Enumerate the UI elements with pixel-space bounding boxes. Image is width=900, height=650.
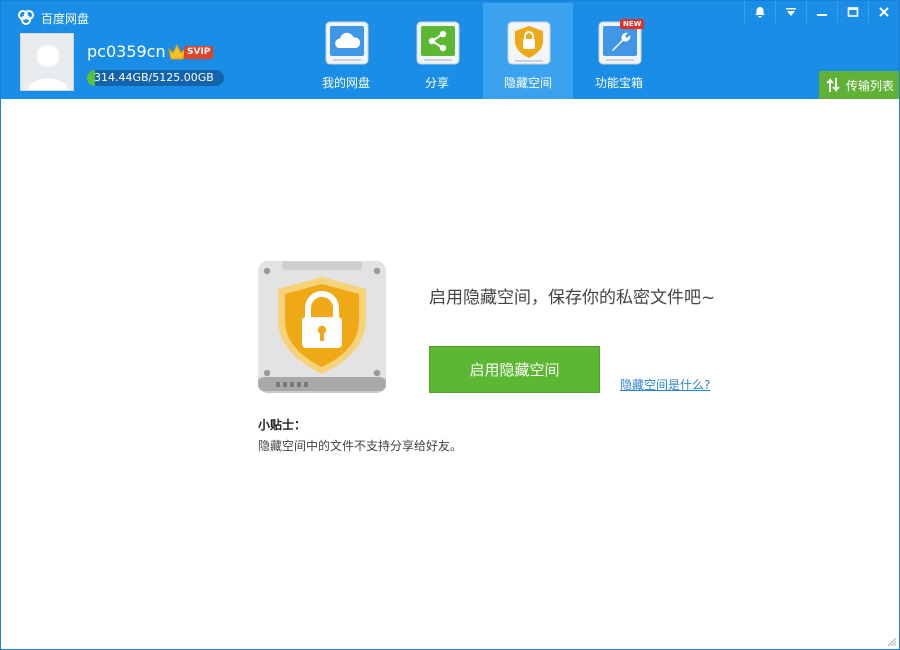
tab-share[interactable]: 分享 bbox=[392, 3, 482, 99]
app-title: 百度网盘 bbox=[41, 12, 90, 26]
what-is-hidden-space-link[interactable]: 隐藏空间是什么? bbox=[620, 376, 710, 393]
minimize-button[interactable] bbox=[806, 1, 837, 23]
vip-badge[interactable]: SVIP bbox=[167, 43, 214, 61]
avatar[interactable] bbox=[20, 33, 74, 91]
notification-button[interactable] bbox=[744, 1, 775, 23]
safe-lock-icon bbox=[258, 261, 386, 393]
storage-quota-text: 314.44GB/5125.00GB bbox=[94, 71, 214, 84]
transfer-list-label: 传输列表 bbox=[846, 78, 895, 93]
share-icon bbox=[416, 21, 460, 65]
menu-button[interactable] bbox=[775, 1, 806, 23]
transfer-list-button[interactable]: 传输列表 bbox=[819, 71, 899, 99]
tip-title: 小贴士： bbox=[258, 418, 307, 432]
cloud-logo-icon bbox=[18, 10, 34, 25]
window-controls bbox=[744, 1, 899, 23]
vip-label: SVIP bbox=[184, 45, 214, 59]
transfer-arrows-icon bbox=[826, 77, 840, 93]
tab-toolbox-label: 功能宝箱 bbox=[594, 76, 643, 90]
tab-share-label: 分享 bbox=[424, 76, 449, 90]
header-bar: 百度网盘 pc0359cn SVIP 314.44GB/5125.00GB 我的… bbox=[1, 1, 899, 99]
lock-shield-icon bbox=[507, 21, 551, 65]
minimize-icon bbox=[817, 14, 827, 16]
cloud-icon bbox=[325, 21, 369, 65]
tip-text: 隐藏空间中的文件不支持分享给好友。 bbox=[258, 439, 463, 453]
tab-toolbox[interactable]: NEW 功能宝箱 bbox=[574, 3, 664, 99]
tab-hidden-space-label: 隐藏空间 bbox=[503, 76, 552, 90]
menu-down-icon bbox=[786, 8, 796, 16]
storage-quota-bar: 314.44GB/5125.00GB bbox=[87, 70, 224, 86]
resize-grip-icon[interactable] bbox=[887, 637, 897, 647]
headline: 启用隐藏空间，保存你的私密文件吧~ bbox=[429, 288, 716, 308]
maximize-icon bbox=[847, 7, 859, 17]
username[interactable]: pc0359cn bbox=[87, 42, 166, 61]
tab-my-disk[interactable]: 我的网盘 bbox=[301, 3, 391, 99]
new-badge: NEW bbox=[620, 19, 645, 29]
hidden-space-panel: 启用隐藏空间，保存你的私密文件吧~ 启用隐藏空间 隐藏空间是什么? 小贴士： 隐… bbox=[1, 99, 899, 649]
tab-hidden-space[interactable]: 隐藏空间 bbox=[483, 3, 573, 99]
close-icon bbox=[879, 7, 889, 17]
bell-icon bbox=[755, 7, 765, 18]
app-window: 百度网盘 pc0359cn SVIP 314.44GB/5125.00GB 我的… bbox=[0, 0, 900, 650]
maximize-button[interactable] bbox=[837, 1, 868, 23]
close-button[interactable] bbox=[868, 1, 899, 23]
tab-my-disk-label: 我的网盘 bbox=[321, 76, 370, 90]
enable-hidden-space-button[interactable]: 启用隐藏空间 bbox=[429, 346, 600, 393]
